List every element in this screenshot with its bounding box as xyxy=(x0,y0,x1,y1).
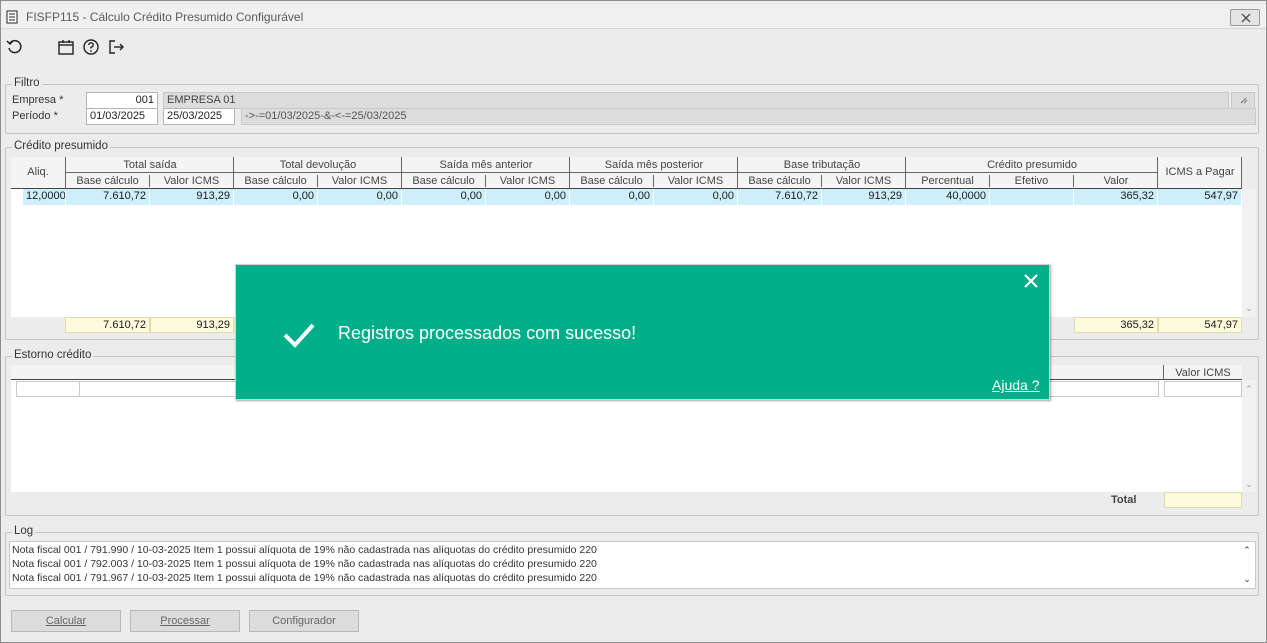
header-divider xyxy=(66,172,1158,173)
aliq-header: Aliq. xyxy=(27,166,49,178)
subheader-base-calculo: Base cálculo xyxy=(570,175,654,187)
periodo-expression-field: ->-=01/03/2025-&-<-=25/03/2025 xyxy=(241,108,1256,125)
subheader-valor-icms: Valor ICMS xyxy=(150,175,234,187)
cell-aliq[interactable]: 12,0000 xyxy=(23,189,66,205)
total-valor: 365,32 xyxy=(1074,317,1158,333)
cell-valor[interactable]: 365,32 xyxy=(1074,189,1158,205)
cell-devolucao-icms[interactable]: 0,00 xyxy=(318,189,402,205)
group-header-base-tributacao: Base tributação xyxy=(783,159,861,171)
group-header-saida-mes-anterior: Saída mês anterior xyxy=(439,159,533,171)
header-divider xyxy=(1241,157,1242,189)
group-header-credito-presumido: Crédito presumido xyxy=(987,159,1077,171)
subheader-valor-icms: Valor ICMS xyxy=(486,175,570,187)
cell-anterior-base[interactable]: 0,00 xyxy=(402,189,486,205)
subheader-valor-icms: Valor ICMS xyxy=(318,175,402,187)
cell-devolucao-base[interactable]: 0,00 xyxy=(234,189,318,205)
subheader-valor-icms: Valor ICMS xyxy=(654,175,738,187)
success-toast: Registros processados com sucesso! Ajuda… xyxy=(235,264,1050,400)
checkmark-icon xyxy=(283,323,315,348)
estorno-legend: Estorno crédito xyxy=(12,349,94,361)
empresa-lookup-button[interactable] xyxy=(1231,92,1255,109)
processar-button[interactable]: Processar xyxy=(130,610,240,632)
log-line: Nota fiscal 001 / 792.003 / 10-03-2025 I… xyxy=(12,558,597,570)
cell-posterior-base[interactable]: 0,00 xyxy=(570,189,654,205)
total-icms-pagar: 547,97 xyxy=(1158,317,1242,333)
app-window: FISFP115 - Cálculo Crédito Presumido Con… xyxy=(0,0,1267,643)
estorno-cell[interactable] xyxy=(16,381,80,397)
configurador-button[interactable]: Configurador xyxy=(249,610,359,632)
estorno-total-value xyxy=(1164,492,1242,508)
subheader-base-calculo: Base cálculo xyxy=(738,175,822,187)
scroll-down-icon[interactable]: ⌄ xyxy=(1242,478,1256,490)
empresa-code-input[interactable]: 001 xyxy=(86,92,158,109)
help-icon[interactable] xyxy=(82,38,100,56)
lookup-icon xyxy=(1240,97,1248,104)
estorno-total-label: Total xyxy=(1111,494,1137,506)
configurador-label: Configurador xyxy=(272,615,336,627)
scroll-up-icon[interactable]: ⌃ xyxy=(1242,383,1256,395)
cell-percentual[interactable]: 40,0000 xyxy=(906,189,990,205)
credito-legend: Crédito presumido xyxy=(12,140,110,152)
subheader-valor-icms: Valor ICMS xyxy=(822,175,906,187)
group-header-total-devolucao: Total devolução xyxy=(279,159,357,171)
log-line: Nota fiscal 001 / 791.990 / 10-03-2025 I… xyxy=(12,544,597,556)
document-icon xyxy=(6,10,18,24)
empresa-name-field: EMPRESA 01 xyxy=(163,92,1229,109)
subheader-base-calculo: Base cálculo xyxy=(234,175,318,187)
subheader-valor: Valor xyxy=(1103,175,1129,187)
subheader-percentual: Percentual xyxy=(906,175,990,187)
scroll-down-icon[interactable]: ⌄ xyxy=(1240,573,1254,585)
estorno-valor-icms-header: Valor ICMS xyxy=(1175,367,1231,379)
refresh-icon[interactable] xyxy=(6,38,24,56)
cell-saida-base[interactable]: 7.610,72 xyxy=(66,189,150,205)
estorno-cell[interactable] xyxy=(1164,381,1242,397)
cell-tributacao-icms[interactable]: 913,29 xyxy=(822,189,906,205)
cell-saida-icms[interactable]: 913,29 xyxy=(150,189,234,205)
scroll-up-icon[interactable]: ⌃ xyxy=(1240,544,1254,556)
total-saida-icms: 913,29 xyxy=(150,317,234,333)
toolbar xyxy=(1,31,1266,63)
close-icon[interactable] xyxy=(1022,272,1040,290)
periodo-end-input[interactable]: 25/03/2025 xyxy=(163,108,235,125)
cell-efetivo[interactable] xyxy=(990,189,1074,205)
exit-icon[interactable] xyxy=(107,38,125,56)
estorno-scrollbar[interactable]: ⌃ ⌄ xyxy=(1242,380,1256,492)
cell-anterior-icms[interactable]: 0,00 xyxy=(486,189,570,205)
subheader-efetivo: Efetivo xyxy=(990,175,1074,187)
filtro-legend: Filtro xyxy=(12,77,42,89)
credito-scrollbar[interactable]: ⌄ xyxy=(1242,189,1256,317)
scroll-down-icon[interactable]: ⌄ xyxy=(1242,302,1256,314)
cell-posterior-icms[interactable]: 0,00 xyxy=(654,189,738,205)
window-close-button[interactable] xyxy=(1230,9,1260,26)
cell-icms-pagar[interactable]: 547,97 xyxy=(1158,189,1242,205)
cell-tributacao-base[interactable]: 7.610,72 xyxy=(738,189,822,205)
title-bar: FISFP115 - Cálculo Crédito Presumido Con… xyxy=(1,5,1266,29)
log-legend: Log xyxy=(12,525,36,537)
close-icon xyxy=(1241,13,1251,23)
log-line: Nota fiscal 001 / 791.967 / 10-03-2025 I… xyxy=(12,572,597,584)
periodo-start-input[interactable]: 01/03/2025 xyxy=(86,108,158,125)
calendar-icon[interactable] xyxy=(57,38,75,56)
toast-message: Registros processados com sucesso! xyxy=(338,323,637,343)
group-header-saida-mes-posterior: Saída mês posterior xyxy=(604,159,704,171)
window-title: FISFP115 - Cálculo Crédito Presumido Con… xyxy=(26,10,304,24)
subheader-base-calculo: Base cálculo xyxy=(66,175,150,187)
calcular-button[interactable]: Calcular xyxy=(11,610,121,632)
icms-pagar-header: ICMS a Pagar xyxy=(1165,166,1235,178)
toast-help-link[interactable]: Ajuda ? xyxy=(992,377,1039,393)
empresa-label: Empresa * xyxy=(12,94,64,106)
group-header-total-saida: Total saída xyxy=(123,159,177,171)
calcular-label: Calcular xyxy=(45,615,87,627)
total-saida-base: 7.610,72 xyxy=(65,317,150,333)
log-scrollbar[interactable]: ⌃ ⌄ xyxy=(1240,542,1254,588)
processar-label: Processar xyxy=(160,615,210,627)
subheader-base-calculo: Base cálculo xyxy=(402,175,486,187)
periodo-label: Período * xyxy=(12,110,58,122)
